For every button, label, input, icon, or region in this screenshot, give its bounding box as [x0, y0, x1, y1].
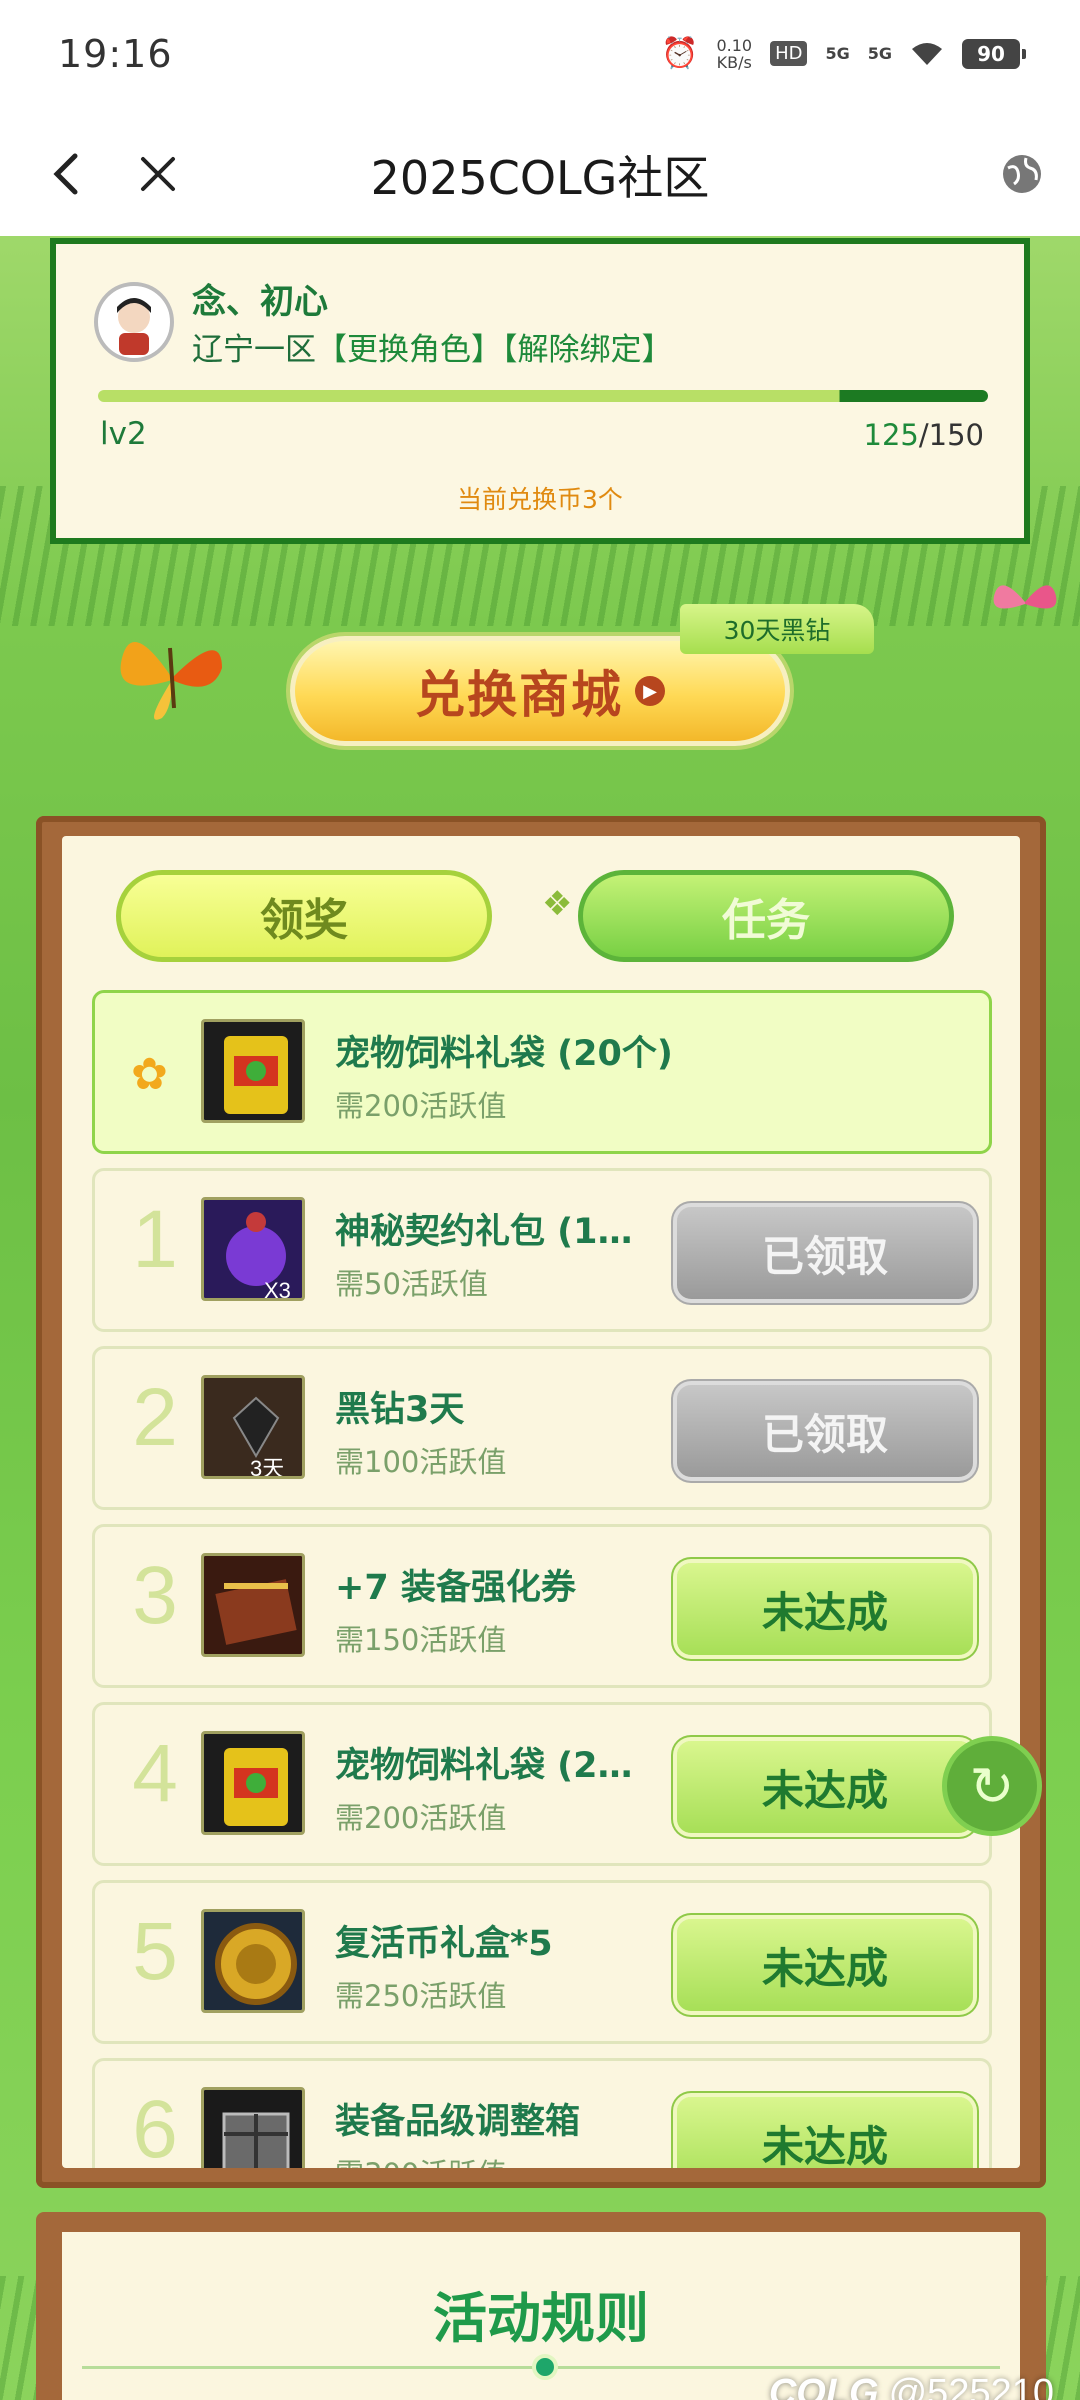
activity-page: 念、初心 辽宁一区【更换角色】【解除绑定】 lv2 125/150 当前兑换币3… — [0, 236, 1080, 2400]
reward-rank: 2 — [132, 1372, 178, 1463]
reward-row: 3 +7 装备强化券 需150活跃值 未达成 — [92, 1524, 992, 1688]
change-role-link[interactable]: 【更换角色】 — [316, 332, 502, 368]
reward-row: 2 3天 黑钻3天 需100活跃值 已领取 — [92, 1346, 992, 1510]
pet-food-bag-icon — [201, 1731, 305, 1835]
tab-reward[interactable]: 领奖 — [116, 870, 492, 962]
flower-icon: ✿ — [131, 1049, 168, 1100]
reward-board: 领奖 ❖ 任务 ✿ 宠物饲料礼袋 (20个) 需200活跃值 1 X3 神秘契约… — [36, 816, 1046, 2188]
refresh-button[interactable]: ↻ — [942, 1736, 1042, 1836]
rules-divider-gem — [532, 2354, 558, 2380]
claimed-button[interactable]: 已领取 — [677, 1207, 973, 1299]
back-button[interactable] — [34, 142, 98, 206]
network-speed: 0.10 KB/s — [716, 37, 752, 71]
reward-rank: 6 — [132, 2084, 178, 2168]
reward-rank: 3 — [132, 1550, 178, 1641]
arrow-right-icon: ▶ — [635, 676, 665, 706]
level-progress-fill — [98, 390, 988, 402]
black-diamond-icon: 3天 — [201, 1375, 305, 1479]
signal-5g-icon: 5G — [825, 44, 850, 63]
reward-board-inner: 领奖 ❖ 任务 ✿ 宠物饲料礼袋 (20个) 需200活跃值 1 X3 神秘契约… — [62, 836, 1020, 2168]
exchange-shop-label: 兑换商城 — [415, 665, 623, 724]
globe-button[interactable] — [994, 146, 1050, 202]
reward-requirement: 需50活跃值 — [335, 1267, 488, 1301]
profile-card: 念、初心 辽宁一区【更换角色】【解除绑定】 lv2 125/150 当前兑换币3… — [50, 238, 1030, 544]
reward-requirement: 需200活跃值 — [335, 1801, 507, 1835]
network-speed-unit: KB/s — [716, 52, 752, 72]
reward-requirement: 需250活跃值 — [335, 1979, 507, 2013]
not-reached-button[interactable]: 未达成 — [677, 1741, 973, 1833]
featured-reward-requirement: 需200活跃值 — [335, 1089, 507, 1123]
reward-title: +7 装备强化券 — [335, 1568, 576, 1608]
close-icon — [141, 157, 175, 191]
featured-reward-title: 宠物饲料礼袋 (20个) — [335, 1034, 673, 1074]
chevron-left-icon — [53, 153, 78, 195]
progress-count: 125/150 — [864, 418, 984, 452]
reward-title: 黑钻3天 — [335, 1390, 465, 1430]
wifi-icon — [910, 41, 944, 67]
tab-task[interactable]: 任务 — [578, 870, 954, 962]
not-reached-button[interactable]: 未达成 — [677, 2097, 973, 2168]
rules-title: 活动规则 — [433, 2286, 649, 2350]
level-label: lv2 — [100, 416, 147, 452]
reward-rank: 5 — [132, 1906, 178, 1997]
pet-food-bag-icon — [201, 1019, 305, 1123]
avatar — [94, 282, 174, 362]
progress-total: /150 — [918, 418, 984, 452]
reward-row: 6 装备品级调整箱 需300活跃值 未达成 — [92, 2058, 992, 2168]
refresh-icon: ↻ — [969, 1754, 1015, 1818]
status-bar: 19:16 ⏰ 0.10 KB/s HD 5G 5G 90 — [0, 0, 1080, 112]
close-button[interactable] — [126, 142, 190, 206]
alarm-icon: ⏰ — [661, 36, 699, 71]
reward-row: 4 宠物饲料礼袋 (2… 需200活跃值 未达成 — [92, 1702, 992, 1866]
featured-reward-row: ✿ 宠物饲料礼袋 (20个) 需200活跃值 — [92, 990, 992, 1154]
server-name: 辽宁一区 — [192, 332, 316, 368]
player-name: 念、初心 — [192, 282, 328, 322]
hd-icon: HD — [770, 41, 808, 66]
not-reached-button[interactable]: 未达成 — [677, 1919, 973, 2011]
reward-title: 装备品级调整箱 — [335, 2102, 581, 2142]
status-icons: ⏰ 0.10 KB/s HD 5G 5G 90 — [661, 36, 1026, 71]
reward-title: 复活币礼盒*5 — [335, 1924, 553, 1964]
butterfly-icon — [120, 642, 222, 720]
reward-requirement: 需300活跃值 — [335, 2151, 506, 2168]
unbind-link[interactable]: 【解除绑定】 — [502, 332, 673, 368]
coin-balance: 当前兑换币3个 — [457, 485, 623, 514]
reward-title: 神秘契约礼包 (1… — [335, 1212, 633, 1252]
reward-rank: 1 — [132, 1194, 178, 1285]
progress-current: 125 — [863, 418, 919, 452]
equipment-box-icon — [201, 2087, 305, 2168]
watermark-logo: COLG — [768, 2372, 879, 2400]
server-line: 辽宁一区【更换角色】【解除绑定】 — [192, 324, 673, 369]
reward-row: 1 X3 神秘契约礼包 (1… 需50活跃值 已领取 — [92, 1168, 992, 1332]
revive-coin-icon — [201, 1909, 305, 2013]
watermark-handle: @525210 — [888, 2372, 1054, 2400]
reward-requirement: 需150活跃值 — [335, 1623, 507, 1657]
reward-title: 宠物饲料礼袋 (2… — [335, 1746, 633, 1786]
reward-row: 5 复活币礼盒*5 需250活跃值 未达成 — [92, 1880, 992, 2044]
nav-bar: 2025COLG社区 — [0, 112, 1080, 236]
mystic-contract-bag-icon: X3 — [201, 1197, 305, 1301]
reward-requirement: 需100活跃值 — [335, 1445, 507, 1479]
battery-icon: 90 — [962, 38, 1026, 69]
enhancement-ticket-icon — [201, 1553, 305, 1657]
globe-icon — [1003, 155, 1041, 193]
reward-rank: 4 — [132, 1728, 178, 1819]
page-title: 2025COLG社区 — [370, 151, 710, 205]
level-progress-bar — [98, 390, 988, 402]
signal-5g-icon-2: 5G — [867, 44, 892, 63]
diamond-days-badge: 3天 — [250, 1456, 284, 1479]
claimed-button[interactable]: 已领取 — [677, 1385, 973, 1477]
not-reached-button[interactable]: 未达成 — [677, 1563, 973, 1655]
shop-badge: 30天黑钻 — [680, 604, 874, 654]
pink-butterfly-icon — [993, 585, 1057, 609]
x3-badge: X3 — [264, 1278, 291, 1301]
status-time: 19:16 — [58, 32, 173, 76]
tab-divider-ornament: ❖ — [542, 884, 573, 924]
watermark: COLG @525210 — [769, 2372, 1054, 2400]
